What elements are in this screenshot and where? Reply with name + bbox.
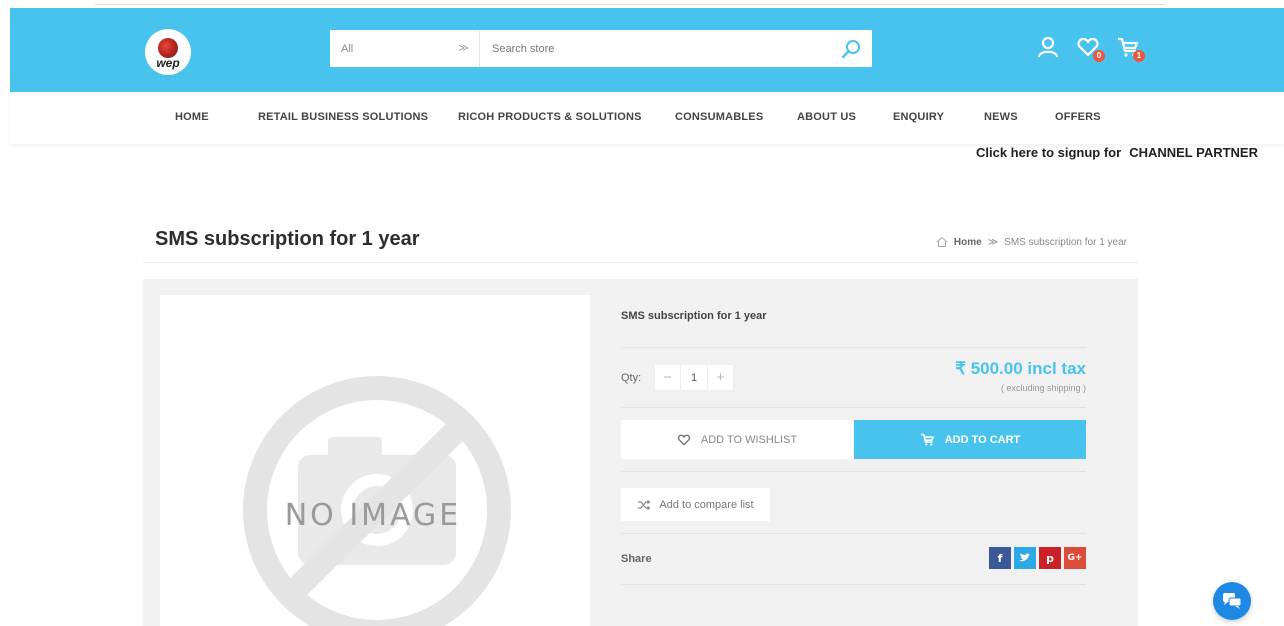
main-nav: HOME RETAIL BUSINESS SOLUTIONS RICOH PRO… <box>10 92 1284 144</box>
wishlist-label: ADD TO WISHLIST <box>700 433 798 446</box>
add-to-compare-button[interactable]: Add to compare list <box>621 488 770 521</box>
search-bar: All ≫ <box>330 30 872 67</box>
google-plus-icon[interactable]: G+ <box>1064 547 1086 569</box>
breadcrumb-current: SMS subscription for 1 year <box>1004 236 1127 248</box>
search-category-select[interactable]: All ≫ <box>330 30 480 67</box>
product-name: SMS subscription for 1 year <box>621 310 767 322</box>
share-label: Share <box>621 553 652 565</box>
heart-icon <box>677 434 691 445</box>
breadcrumb-separator-icon: ≫ <box>987 236 999 248</box>
home-icon <box>936 236 948 247</box>
search-category-value: All <box>341 42 354 55</box>
account-button[interactable] <box>1035 34 1061 60</box>
nav-item-retail-business-solutions[interactable]: RETAIL BUSINESS SOLUTIONS <box>258 111 428 123</box>
nav-item-offers[interactable]: OFFERS <box>1055 111 1101 123</box>
nav-item-consumables[interactable]: CONSUMABLES <box>675 111 763 123</box>
signup-text: Click here to signup for <box>976 145 1122 160</box>
share-icon-group: f p G+ <box>989 547 1086 569</box>
top-crop-strip <box>0 0 1284 8</box>
site-header: wep All ≫ 0 <box>10 8 1284 92</box>
product-image[interactable]: NO IMAGE <box>160 295 590 626</box>
qty-label: Qty: <box>621 372 642 384</box>
twitter-icon[interactable] <box>1014 547 1036 569</box>
details-divider <box>621 584 1086 585</box>
user-icon <box>1037 36 1059 58</box>
details-divider <box>621 533 1086 534</box>
chat-icon <box>1223 593 1242 609</box>
crop-line <box>95 4 1165 5</box>
title-divider <box>143 262 1138 263</box>
wishlist-button[interactable]: 0 <box>1075 34 1105 62</box>
signup-partner-text: CHANNEL PARTNER <box>1129 145 1258 160</box>
compare-label: Add to compare list <box>659 498 754 511</box>
nav-item-enquiry[interactable]: ENQUIRY <box>893 111 944 123</box>
header-icon-group: 0 1 <box>1035 34 1145 62</box>
nav-item-news[interactable]: NEWS <box>984 111 1018 123</box>
no-image-placeholder: NO IMAGE <box>243 376 511 626</box>
facebook-icon[interactable]: f <box>989 547 1011 569</box>
cart-icon <box>920 433 934 446</box>
shuffle-icon <box>638 499 651 510</box>
breadcrumb-home-link[interactable]: Home <box>954 237 982 248</box>
nav-item-ricoh-products[interactable]: RICOH PRODUCTS & SOLUTIONS <box>458 111 642 123</box>
add-to-wishlist-button[interactable]: ADD TO WISHLIST <box>621 420 853 459</box>
qty-increase-button[interactable]: + <box>707 364 734 391</box>
logo-mark <box>158 37 178 58</box>
search-button[interactable] <box>830 30 872 67</box>
pinterest-icon[interactable]: p <box>1039 547 1061 569</box>
wishlist-count-badge: 0 <box>1093 50 1105 62</box>
search-icon <box>841 39 860 58</box>
nav-item-home[interactable]: HOME <box>175 111 209 123</box>
cart-button[interactable]: 1 <box>1115 34 1145 62</box>
channel-partner-signup-link[interactable]: Click here to signup for CHANNEL PARTNER <box>976 145 1258 160</box>
chevron-down-icon: ≫ <box>458 43 469 54</box>
product-price: ₹ 500.00 incl tax <box>955 359 1086 378</box>
qty-value[interactable]: 1 <box>681 364 707 391</box>
details-divider <box>621 347 1086 348</box>
breadcrumb: Home ≫ SMS subscription for 1 year <box>936 236 1127 248</box>
logo-text: wep <box>156 55 180 70</box>
price-note: ( excluding shipping ) <box>1000 383 1086 393</box>
search-input[interactable] <box>480 30 830 67</box>
site-logo[interactable]: wep <box>145 29 191 75</box>
qty-decrease-button[interactable]: − <box>654 364 681 391</box>
cart-label: ADD TO CART <box>944 433 1021 446</box>
chat-button[interactable] <box>1213 582 1251 620</box>
quantity-stepper: − 1 + <box>654 364 734 391</box>
page-title: SMS subscription for 1 year <box>155 228 420 250</box>
details-divider <box>621 471 1086 472</box>
no-image-text: NO IMAGE <box>285 498 462 533</box>
details-divider <box>621 407 1086 408</box>
cart-count-badge: 1 <box>1133 50 1145 62</box>
add-to-cart-button[interactable]: ADD TO CART <box>854 420 1086 459</box>
twitter-bird-glyph <box>1020 553 1031 562</box>
product-section: NO IMAGE SMS subscription for 1 year Qty… <box>143 279 1138 626</box>
nav-item-about-us[interactable]: ABOUT US <box>797 111 856 123</box>
